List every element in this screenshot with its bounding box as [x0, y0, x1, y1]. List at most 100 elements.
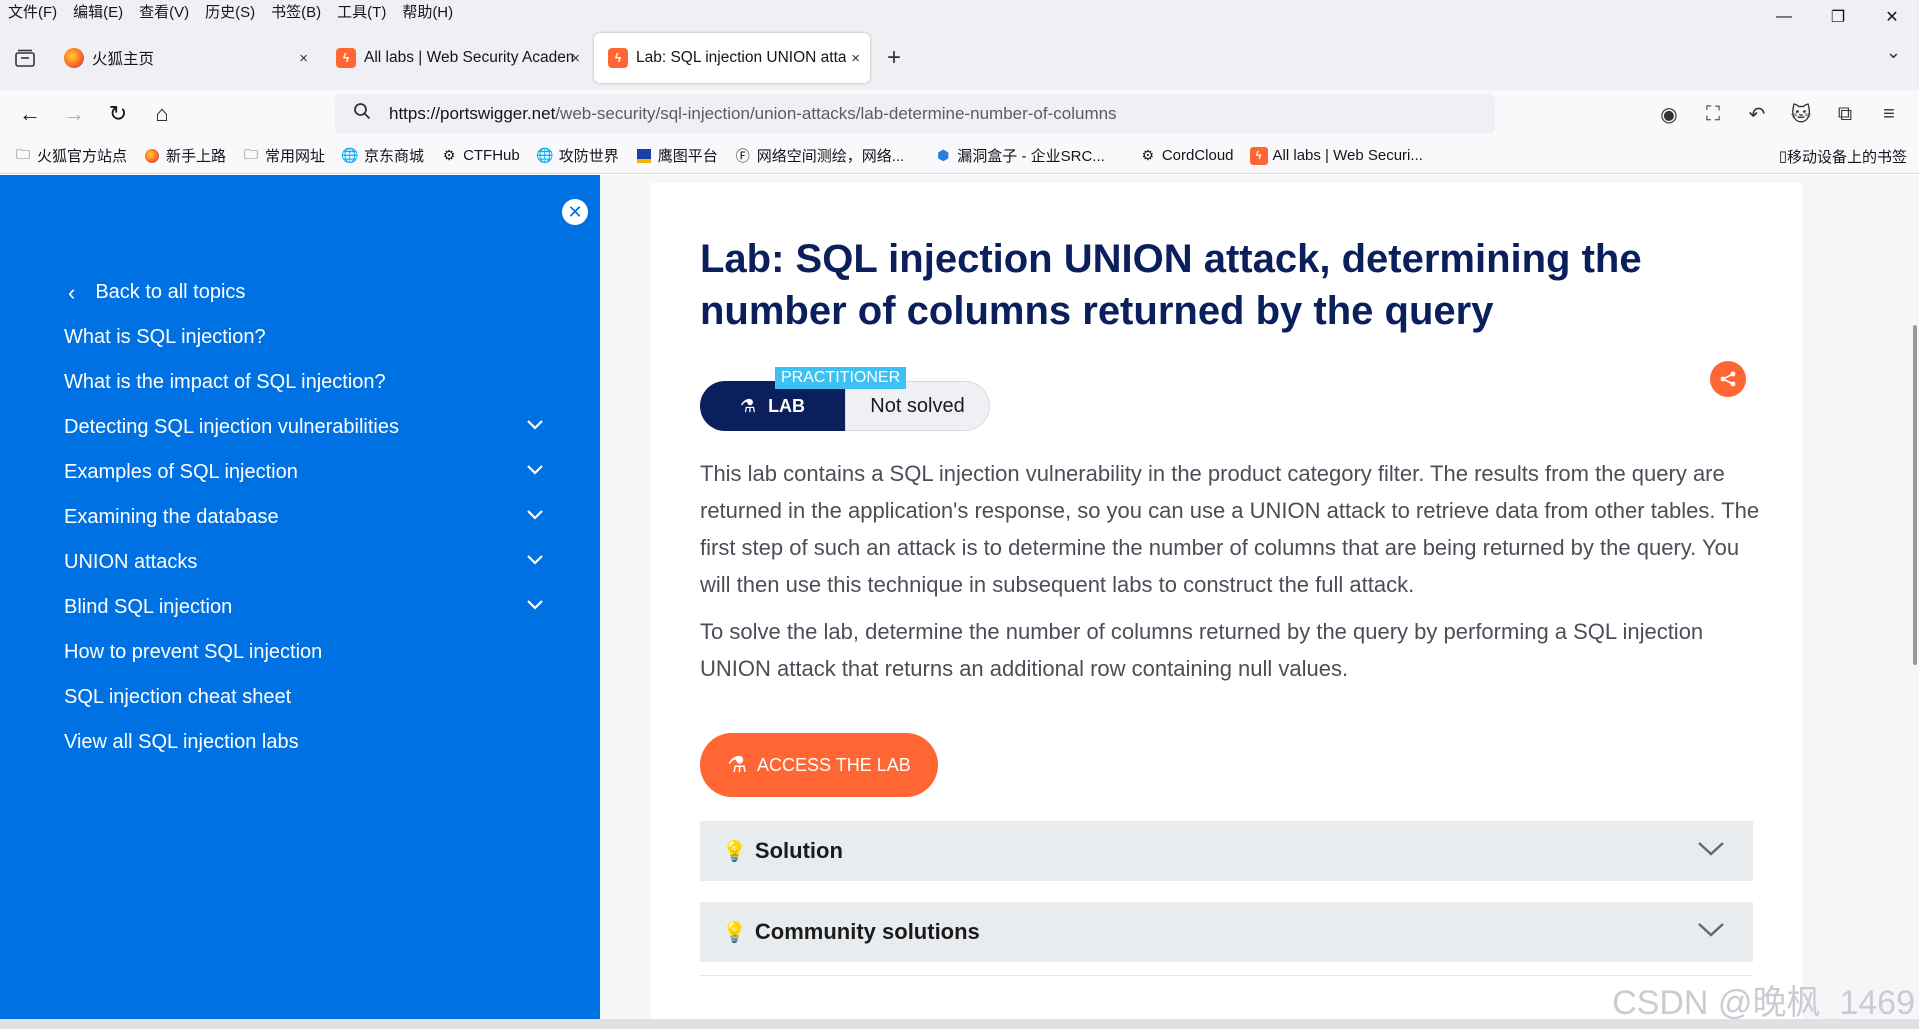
chevron-down-icon[interactable]: ⌄: [1886, 42, 1901, 63]
sidebar-item-label: What is the impact of SQL injection?: [64, 371, 386, 393]
chevron-down-icon: [1697, 837, 1725, 863]
share-icon[interactable]: [1710, 361, 1746, 397]
menu-tools[interactable]: 工具(T): [329, 0, 394, 26]
sidebar-item-union-attacks[interactable]: UNION attacks: [64, 540, 544, 585]
sidebar-nav: ‹ Back to all topics What is SQL injecti…: [64, 270, 544, 765]
sidebar-item-cheat-sheet[interactable]: SQL injection cheat sheet: [64, 675, 544, 720]
flask-icon: ⚗: [727, 752, 747, 777]
extension-badge-icon[interactable]: 🐱: [1779, 92, 1823, 136]
menu-history[interactable]: 历史(S): [197, 0, 263, 26]
undo-icon[interactable]: ↶: [1735, 92, 1779, 136]
close-icon[interactable]: ×: [571, 50, 580, 67]
tab-firefox-home[interactable]: 火狐主页 ×: [50, 33, 318, 83]
tab-lab-sql-injection[interactable]: ϟ Lab: SQL injection UNION atta ×: [594, 33, 870, 83]
bookmark-getting-started[interactable]: 新手上路: [135, 145, 234, 166]
url-path: /web-security/sql-injection/union-attack…: [555, 104, 1117, 123]
sidebar-item-label: What is SQL injection?: [64, 326, 266, 348]
forward-arrow-icon[interactable]: →: [52, 92, 96, 136]
sidebar-item-impact[interactable]: What is the impact of SQL injection?: [64, 360, 544, 405]
chevron-left-icon: ‹: [68, 279, 76, 305]
close-icon[interactable]: ×: [851, 50, 860, 67]
toolbar-right: ◉ ⛶ ↶ 🐱 ⧉ ≡: [1647, 90, 1919, 138]
sidebar-item-label: Back to all topics: [95, 281, 246, 303]
chevron-down-icon[interactable]: [526, 415, 544, 436]
chevron-down-icon: [1697, 918, 1725, 944]
account-icon[interactable]: ◉: [1647, 92, 1691, 136]
menu-file[interactable]: 文件(F): [0, 0, 65, 26]
sidebar-item-label: UNION attacks: [64, 551, 198, 573]
bookmark-firefox-official[interactable]: 🗀 火狐官方站点: [6, 145, 135, 166]
menu-bar: 文件(F) 编辑(E) 查看(V) 历史(S) 书签(B) 工具(T) 帮助(H…: [0, 0, 1919, 26]
lab-description: This lab contains a SQL injection vulner…: [700, 455, 1760, 697]
sidebar-item-examining-db[interactable]: Examining the database: [64, 495, 544, 540]
bookmark-all-labs[interactable]: ϟ All labs | Web Securi...: [1242, 146, 1431, 165]
sidebar-item-label: View all SQL injection labs: [64, 731, 299, 753]
navigation-toolbar: ← → ↻ ⌂ https://portswigger.net/web-secu…: [0, 90, 1919, 138]
firefox-icon: [64, 48, 84, 68]
bookmark-hunter[interactable]: 鹰图平台: [627, 145, 726, 166]
bookmark-label: 网络空间测绘，网络...: [756, 148, 905, 165]
sidebar-item-view-all-labs[interactable]: View all SQL injection labs: [64, 720, 544, 765]
sidebar-item-what-is-sqli[interactable]: What is SQL injection?: [64, 315, 544, 360]
bookmark-mobile[interactable]: ▯ 移动设备上的书签: [1779, 138, 1907, 174]
web-page: ✕ ‹ Back to all topics What is SQL injec…: [0, 175, 1919, 1029]
search-icon: [335, 102, 389, 126]
chevron-down-icon[interactable]: [526, 505, 544, 526]
bookmark-common-sites[interactable]: 🗀 常用网址: [234, 145, 333, 166]
divider: [700, 975, 1753, 976]
sidebar-item-label: Examining the database: [64, 506, 279, 528]
tab-label: All labs | Web Security Academ: [364, 49, 574, 66]
back-to-all-topics-link[interactable]: ‹ Back to all topics: [64, 270, 544, 315]
chevron-down-icon[interactable]: [526, 595, 544, 616]
portswigger-icon: ϟ: [608, 48, 628, 68]
tab-label: Lab: SQL injection UNION atta: [636, 49, 846, 66]
bookmark-label: 常用网址: [265, 148, 326, 165]
bookmark-vulbox[interactable]: ⬢ 漏洞盒子 - 企业SRC...: [926, 145, 1113, 166]
page-title: Lab: SQL injection UNION attack, determi…: [700, 237, 1642, 333]
tab-list-icon[interactable]: [0, 33, 50, 83]
home-icon[interactable]: ⌂: [140, 92, 184, 136]
access-the-lab-button[interactable]: ⚗ ACCESS THE LAB: [700, 733, 938, 797]
globe-icon: 🌐: [341, 147, 359, 163]
bookmark-cordcloud[interactable]: ⚙ CordCloud: [1131, 147, 1242, 165]
folder-icon: 🗀: [244, 145, 259, 162]
page-scrollbar[interactable]: [1913, 325, 1917, 665]
close-sidebar-icon[interactable]: ✕: [562, 199, 588, 225]
bookmark-fofa[interactable]: Ⓕ 网络空间测绘，网络...: [726, 145, 913, 166]
bookmark-ctfhub[interactable]: ⚙ CTFHub: [432, 147, 528, 165]
reload-icon[interactable]: ↻: [96, 92, 140, 136]
sidebar-item-label: How to prevent SQL injection: [64, 641, 323, 663]
chevron-down-icon[interactable]: [526, 460, 544, 481]
cordcloud-icon: ⚙: [1141, 147, 1155, 163]
sidebar-item-examples[interactable]: Examples of SQL injection: [64, 450, 544, 495]
sidebar-item-detecting[interactable]: Detecting SQL injection vulnerabilities: [64, 405, 544, 450]
bookmark-jd[interactable]: 🌐 京东商城: [333, 145, 432, 166]
bookmark-label: 移动设备上的书签: [1786, 148, 1907, 166]
screenshot-icon[interactable]: ⛶: [1691, 92, 1735, 136]
menu-edit[interactable]: 编辑(E): [65, 0, 131, 26]
firefox-icon: [143, 147, 161, 165]
extensions-icon[interactable]: ⧉: [1823, 92, 1867, 136]
close-icon[interactable]: ×: [299, 50, 308, 67]
menu-bookmarks[interactable]: 书签(B): [263, 0, 329, 26]
new-tab-icon[interactable]: +: [874, 38, 914, 78]
bookmark-label: 鹰图平台: [657, 148, 718, 165]
hamburger-menu-icon[interactable]: ≡: [1867, 92, 1911, 136]
back-arrow-icon[interactable]: ←: [8, 92, 52, 136]
lightbulb-icon: 💡: [722, 840, 747, 863]
community-solutions-accordion[interactable]: 💡 Community solutions: [700, 902, 1753, 962]
sidebar-item-blind-sqli[interactable]: Blind SQL injection: [64, 585, 544, 630]
tab-label: 火狐主页: [92, 51, 155, 68]
menu-help[interactable]: 帮助(H): [394, 0, 461, 26]
globe-icon: 🌐: [536, 147, 554, 163]
bookmark-label: 京东商城: [364, 148, 425, 165]
solution-accordion[interactable]: 💡 Solution: [700, 821, 1753, 881]
chevron-down-icon[interactable]: [526, 550, 544, 571]
ctfhub-icon: ⚙: [442, 147, 456, 163]
accordion-label: Solution: [754, 838, 843, 863]
address-bar[interactable]: https://portswigger.net/web-security/sql…: [335, 94, 1495, 134]
sidebar-item-prevent[interactable]: How to prevent SQL injection: [64, 630, 544, 675]
tab-all-labs[interactable]: ϟ All labs | Web Security Academ ×: [322, 33, 590, 83]
bookmark-adworld[interactable]: 🌐 攻防世界: [528, 145, 627, 166]
menu-view[interactable]: 查看(V): [131, 0, 197, 26]
